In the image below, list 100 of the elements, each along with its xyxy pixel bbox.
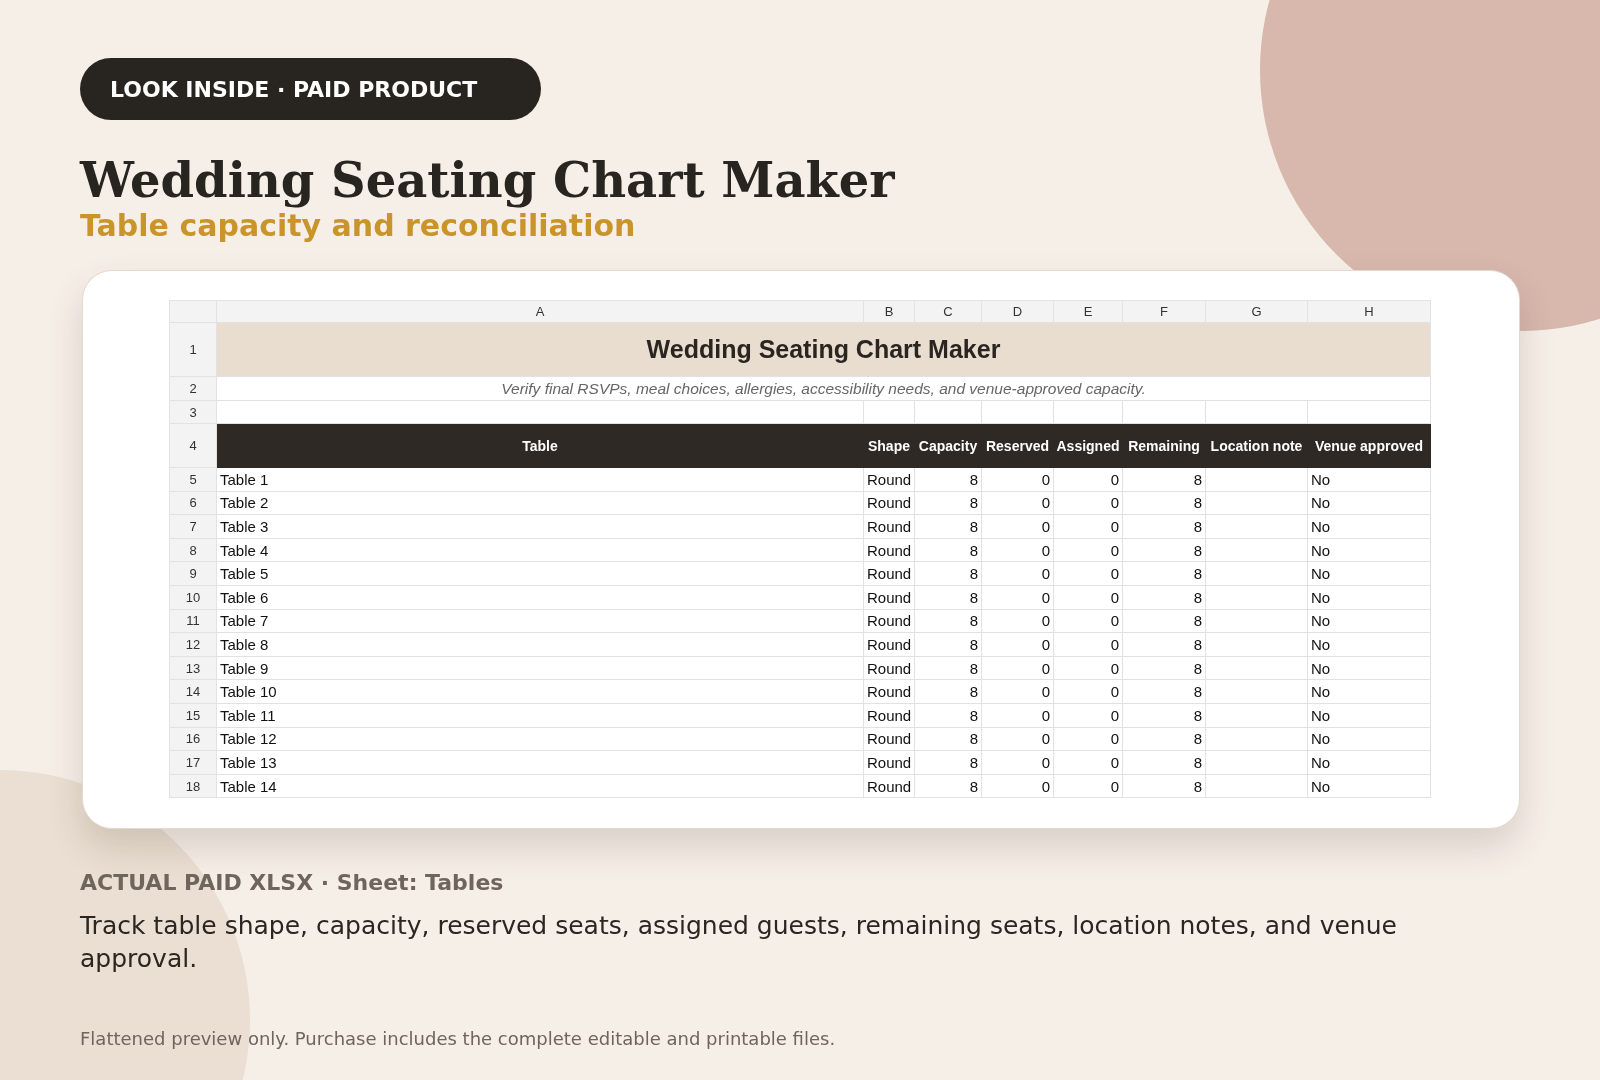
- table-cell: 8: [1123, 751, 1206, 775]
- footnote: Flattened preview only. Purchase includes the complete editable and printable files.: [80, 1028, 836, 1050]
- table-cell: 0: [1054, 468, 1123, 492]
- table-cell: 8: [1123, 468, 1206, 492]
- table-cell: 0: [982, 585, 1054, 610]
- table-cell: 8: [915, 515, 982, 539]
- description: Track table shape, capacity, reserved seats, assigned guests, remaining seats, location notes, and venue approval.: [80, 910, 1398, 976]
- table-cell: 0: [1054, 609, 1123, 634]
- row-number: 9: [169, 562, 217, 586]
- table-cell: 8: [915, 585, 982, 610]
- table-cell: 0: [1054, 751, 1123, 775]
- table-cell: 8: [1123, 515, 1206, 539]
- row-number: 17: [169, 751, 217, 775]
- table-cell: 0: [1054, 515, 1123, 539]
- table-cell: No: [1308, 468, 1431, 492]
- table-cell: No: [1308, 680, 1431, 704]
- table-cell: Table 11: [217, 703, 864, 728]
- table-cell: Table 13: [217, 751, 864, 775]
- table-cell: No: [1308, 656, 1431, 681]
- table-cell: 0: [1054, 680, 1123, 704]
- row-number: 18: [169, 774, 217, 799]
- table-cell: 0: [982, 774, 1054, 799]
- column-header: G: [1206, 300, 1308, 323]
- row-number: 16: [169, 727, 217, 752]
- table-cell: No: [1308, 491, 1431, 516]
- column-header: B: [864, 300, 915, 323]
- table-cell: 8: [915, 468, 982, 492]
- page-subtitle: Table capacity and reconciliation: [80, 208, 636, 244]
- table-cell: 0: [982, 727, 1054, 752]
- table-cell: No: [1308, 633, 1431, 657]
- table-cell: No: [1308, 538, 1431, 563]
- header-cell: Table: [217, 424, 864, 468]
- row-number: 2: [169, 377, 217, 401]
- header-cell: Capacity: [915, 424, 982, 468]
- table-cell: Table 8: [217, 633, 864, 657]
- badge: LOOK INSIDE · PAID PRODUCT: [80, 58, 541, 120]
- table-cell: 8: [915, 751, 982, 775]
- table-cell: 0: [1054, 656, 1123, 681]
- table-cell: Round: [864, 562, 915, 586]
- table-cell: 8: [1123, 609, 1206, 634]
- table-cell: Round: [864, 656, 915, 681]
- table-cell: 0: [1054, 703, 1123, 728]
- header-cell: Remaining: [1123, 424, 1206, 468]
- table-cell: 0: [1054, 491, 1123, 516]
- table-cell: Table 2: [217, 491, 864, 516]
- table-cell: 0: [1054, 633, 1123, 657]
- table-cell: Round: [864, 633, 915, 657]
- table-cell: 8: [1123, 491, 1206, 516]
- row-number: 5: [169, 468, 217, 492]
- table-cell: Round: [864, 727, 915, 752]
- table-cell: No: [1308, 703, 1431, 728]
- column-header: D: [982, 300, 1054, 323]
- table-cell: No: [1308, 774, 1431, 799]
- table-cell: 8: [1123, 680, 1206, 704]
- table-cell: 8: [915, 609, 982, 634]
- table-cell: Round: [864, 774, 915, 799]
- row-number: 14: [169, 680, 217, 704]
- table-cell: No: [1308, 585, 1431, 610]
- table-cell: 8: [915, 774, 982, 799]
- table-cell: Table 4: [217, 538, 864, 563]
- table-cell: 0: [982, 491, 1054, 516]
- row-number: 3: [169, 401, 217, 424]
- sheet-corner: [169, 300, 217, 323]
- table-cell: 0: [982, 680, 1054, 704]
- table-cell: No: [1308, 727, 1431, 752]
- table-cell: 0: [982, 468, 1054, 492]
- row-number: 8: [169, 538, 217, 563]
- table-cell: 8: [915, 491, 982, 516]
- row-number: 11: [169, 609, 217, 634]
- table-cell: Table 6: [217, 585, 864, 610]
- column-header: C: [915, 300, 982, 323]
- table-cell: Table 1: [217, 468, 864, 492]
- table-cell: Round: [864, 703, 915, 728]
- table-cell: 0: [1054, 774, 1123, 799]
- table-cell: 0: [982, 751, 1054, 775]
- sheet-note: Verify final RSVPs, meal choices, allergies, accessibility needs, and venue-approved capacity.: [217, 377, 1431, 401]
- table-cell: 0: [982, 703, 1054, 728]
- table-cell: 0: [982, 656, 1054, 681]
- row-number: 12: [169, 633, 217, 657]
- table-cell: Table 12: [217, 727, 864, 752]
- table-cell: 8: [1123, 633, 1206, 657]
- table-cell: No: [1308, 609, 1431, 634]
- table-cell: 8: [915, 562, 982, 586]
- table-cell: 8: [915, 727, 982, 752]
- sheet-title: Wedding Seating Chart Maker: [217, 323, 1431, 377]
- table-cell: No: [1308, 562, 1431, 586]
- table-cell: 0: [982, 562, 1054, 586]
- table-cell: 8: [915, 680, 982, 704]
- table-cell: 8: [1123, 585, 1206, 610]
- table-cell: 0: [1054, 538, 1123, 563]
- row-number: 6: [169, 491, 217, 516]
- table-cell: 0: [982, 609, 1054, 634]
- table-cell: Round: [864, 680, 915, 704]
- table-cell: 8: [915, 703, 982, 728]
- table-cell: 0: [1054, 585, 1123, 610]
- page-title: Wedding Seating Chart Maker: [80, 152, 895, 208]
- table-cell: Round: [864, 515, 915, 539]
- header-cell: Venue approved: [1308, 424, 1431, 468]
- table-cell: 0: [1054, 727, 1123, 752]
- table-cell: Table 7: [217, 609, 864, 634]
